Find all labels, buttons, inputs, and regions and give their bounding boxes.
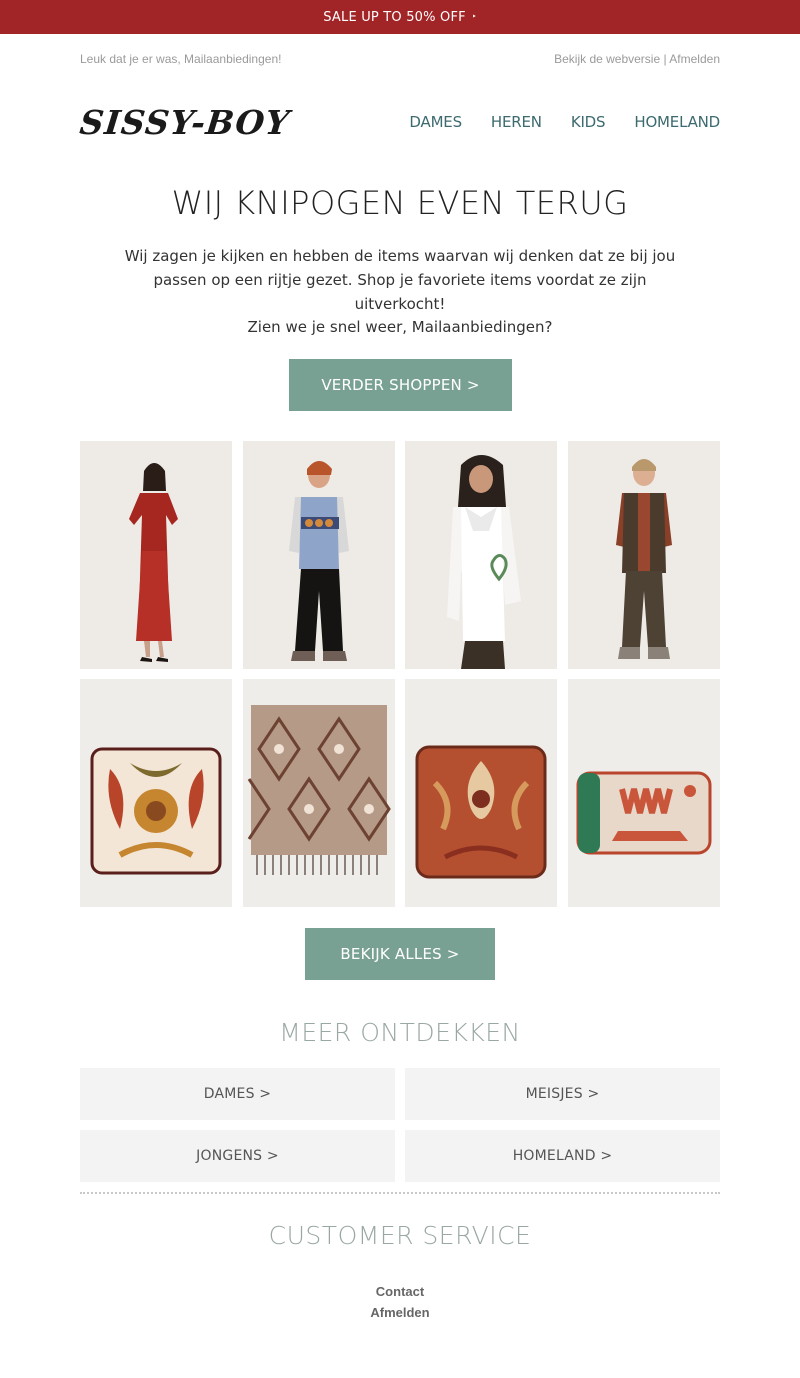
customer-service-title: CUSTOMER SERVICE: [268, 1221, 532, 1250]
floral-cushion-image: [80, 679, 232, 907]
category-dames[interactable]: DAMES >: [80, 1068, 395, 1120]
divider: [80, 1192, 720, 1194]
nav-item-homeland[interactable]: HOMELAND: [634, 113, 720, 131]
girl-blouse-image: [405, 441, 558, 669]
product-tile[interactable]: [242, 679, 395, 907]
footer-unsubscribe-link[interactable]: Afmelden: [0, 1302, 800, 1323]
webversion-link[interactable]: Bekijk de webversie: [554, 52, 660, 66]
footer-links: Contact Afmelden: [0, 1281, 800, 1323]
red-dress-image: [80, 441, 232, 669]
patterned-throw-image: [242, 679, 395, 907]
category-jongens[interactable]: JONGENS >: [80, 1130, 395, 1182]
intro-text: Wij zagen je kijken en hebben de items w…: [124, 247, 676, 313]
product-grid-apparel: [80, 441, 720, 669]
preheader-greeting: Leuk dat je er was, Mailaanbiedingen!: [80, 52, 282, 66]
product-tile[interactable]: [405, 441, 558, 669]
play-arrow-icon: ‣: [471, 11, 477, 21]
product-tile[interactable]: [567, 441, 720, 669]
discover-title: MEER ONTDEKKEN: [279, 1018, 521, 1047]
main-nav: DAMES HEREN KIDS HOMELAND: [409, 113, 720, 131]
product-tile[interactable]: [80, 679, 232, 907]
rust-cushion-image: [405, 679, 558, 907]
category-meisjes[interactable]: MEISJES >: [405, 1068, 720, 1120]
greeting-text: Zien we je snel weer, Mailaanbiedingen?: [247, 318, 553, 336]
nav-item-kids[interactable]: KIDS: [571, 113, 606, 131]
category-homeland[interactable]: HOMELAND >: [405, 1130, 720, 1182]
product-tile[interactable]: [80, 441, 232, 669]
preheader-links: Bekijk de webversie | Afmelden: [554, 52, 720, 68]
continue-shopping-button[interactable]: VERDER SHOPPEN >: [289, 359, 512, 411]
header: SISSY-BOY DAMES HEREN KIDS HOMELAND: [78, 98, 720, 146]
lumbar-cushion-image: [567, 679, 720, 907]
product-tile[interactable]: [405, 679, 558, 907]
boy-gilet-image: [567, 441, 720, 669]
page-title: WIJ KNIPOGEN EVEN TERUG: [171, 184, 629, 222]
contact-link[interactable]: Contact: [0, 1281, 800, 1302]
sale-banner-text: SALE UP TO 50% OFF: [323, 9, 466, 25]
unsubscribe-link[interactable]: Afmelden: [669, 52, 720, 66]
preheader: Leuk dat je er was, Mailaanbiedingen! Be…: [80, 52, 720, 68]
product-tile[interactable]: [242, 441, 395, 669]
brand-logo[interactable]: SISSY-BOY: [78, 103, 292, 142]
category-links: DAMES > MEISJES > JONGENS > HOMELAND >: [80, 1068, 720, 1182]
product-grid-homeland: [80, 679, 720, 907]
product-tile[interactable]: [567, 679, 720, 907]
nav-item-dames[interactable]: DAMES: [409, 113, 462, 131]
nav-item-heren[interactable]: HEREN: [491, 113, 542, 131]
sale-banner[interactable]: SALE UP TO 50% OFF ‣: [0, 0, 800, 34]
view-all-button[interactable]: BEKIJK ALLES >: [305, 928, 495, 980]
link-separator: |: [663, 52, 667, 66]
boy-sweater-image: [242, 441, 395, 669]
